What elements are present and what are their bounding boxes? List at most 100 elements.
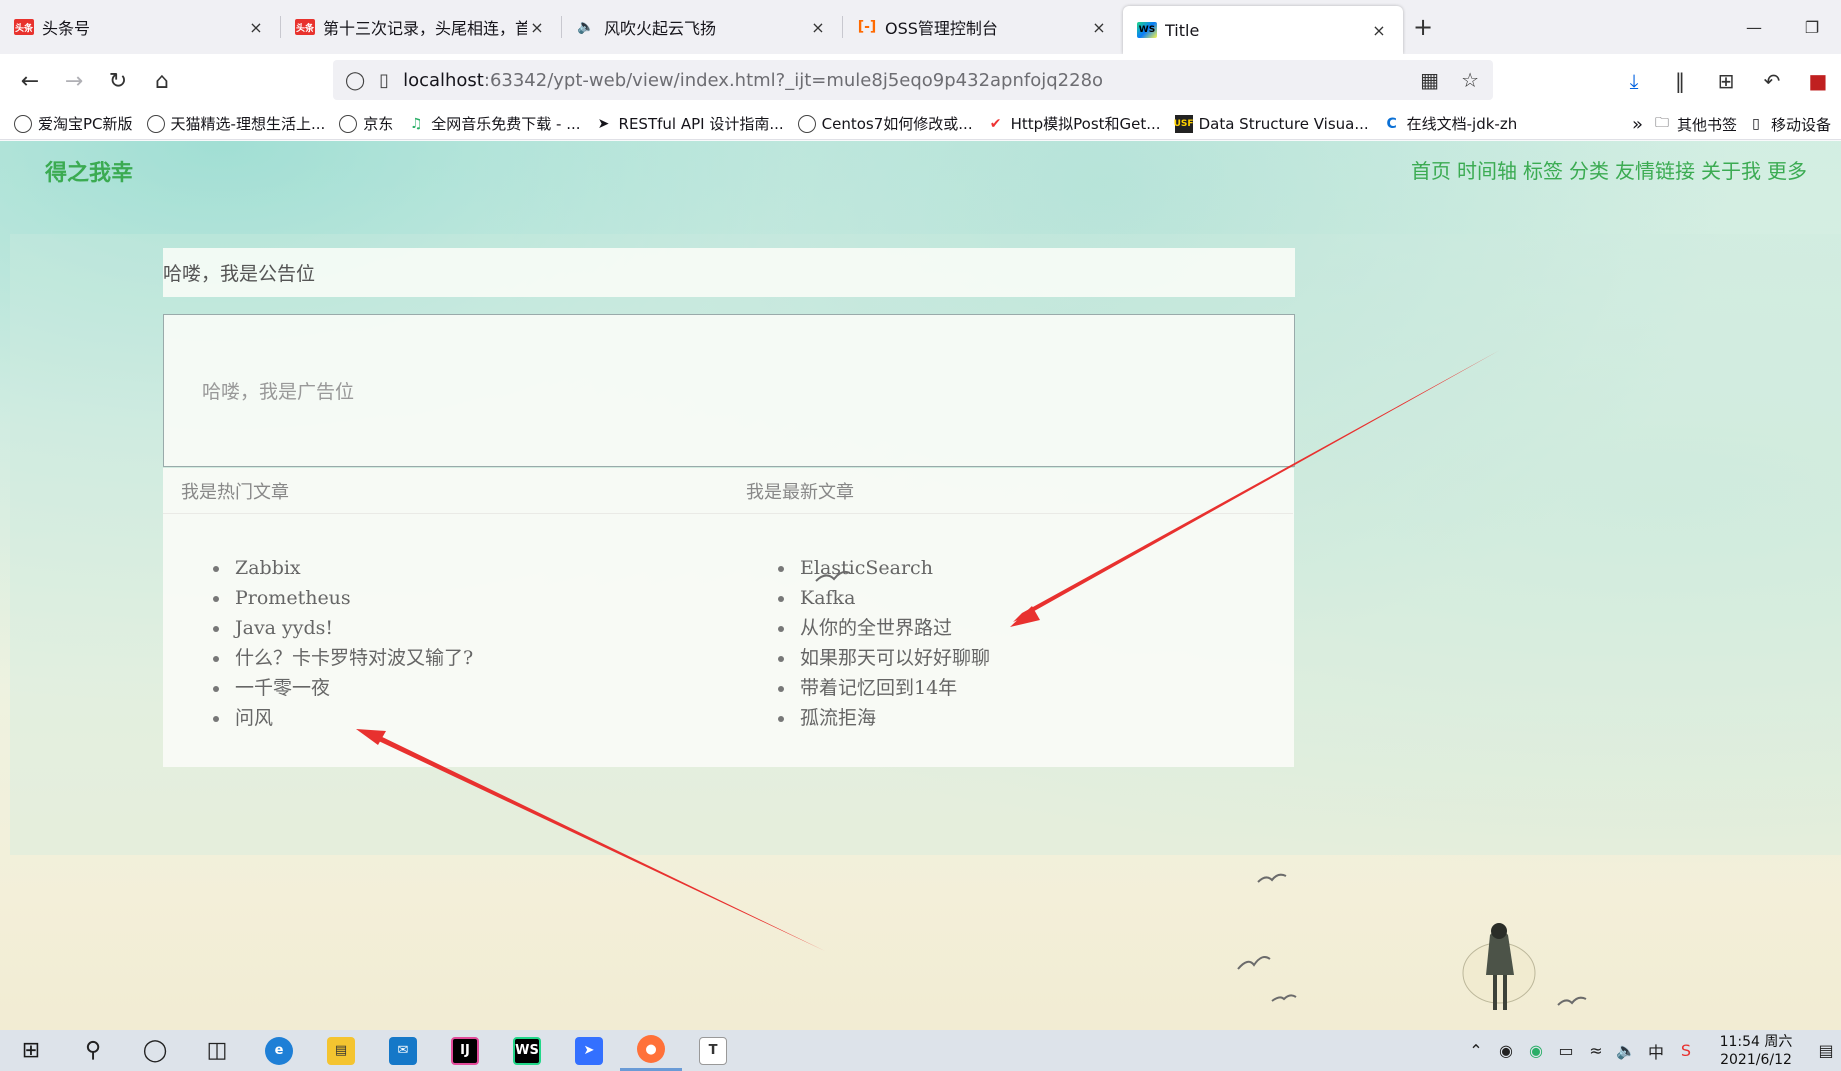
bookmark-item[interactable]: C 在线文档-jdk-zh xyxy=(1383,113,1518,134)
bookmark-item[interactable]: Centos7如何修改或... xyxy=(797,113,973,134)
address-bar[interactable]: ◯ ▯ localhost:63342/ypt-web/view/index.h… xyxy=(333,60,1493,100)
reload-button[interactable]: ↻ xyxy=(96,59,140,103)
site-title[interactable]: 得之我幸 xyxy=(45,155,133,187)
bookmark-item[interactable]: ➤ RESTful API 设计指南... xyxy=(595,113,784,134)
tab-toutiao[interactable]: 头条 头条号 × xyxy=(0,0,280,54)
bookmark-item[interactable]: 京东 xyxy=(339,113,393,134)
hot-article-link[interactable]: Java yyds! xyxy=(231,614,473,644)
library-icon[interactable]: ‖ xyxy=(1657,69,1703,93)
file-explorer-icon[interactable]: ▤ xyxy=(310,1030,372,1071)
latest-article-link[interactable]: Kafka xyxy=(796,584,990,614)
bookmark-folder[interactable]: ▯ 移动设备 xyxy=(1747,114,1831,135)
hot-articles-list: Zabbix Prometheus Java yyds! 什么？卡卡罗特对波又输… xyxy=(231,554,473,734)
nav-more[interactable]: 更多 xyxy=(1767,155,1807,184)
typora-icon[interactable]: T xyxy=(682,1030,744,1071)
bookmark-item[interactable]: ✔ Http模拟Post和Get... xyxy=(987,113,1161,134)
download-icon[interactable]: ⤓ xyxy=(1611,69,1657,93)
chevron-up-icon[interactable]: ⌃ xyxy=(1461,1041,1491,1060)
ime-indicator[interactable]: 中 xyxy=(1641,1039,1671,1063)
latest-articles-heading: 我是最新文章 xyxy=(728,468,1293,514)
bookmark-item[interactable]: 爱淘宝PC新版 xyxy=(14,113,133,134)
volume-icon[interactable]: 🔈 xyxy=(1611,1041,1641,1060)
nav-about[interactable]: 关于我 xyxy=(1701,155,1761,184)
hot-article-link[interactable]: 问风 xyxy=(231,704,473,734)
intellij-icon[interactable]: IJ xyxy=(434,1030,496,1071)
bookmark-label: 其他书签 xyxy=(1676,115,1737,134)
url-host: localhost xyxy=(403,69,484,91)
tab-title-active[interactable]: WS Title × xyxy=(1123,6,1403,54)
home-button[interactable]: ⌂ xyxy=(140,59,184,103)
latest-article-link[interactable]: 孤流拒海 xyxy=(796,704,990,734)
battery-icon[interactable]: ▭ xyxy=(1551,1041,1581,1060)
url-path: :63342/ypt-web/view/index.html?_ijt=mule… xyxy=(483,69,1104,91)
feishu-icon[interactable]: ➤ xyxy=(558,1030,620,1071)
minimize-icon[interactable]: — xyxy=(1725,18,1783,37)
shield-icon[interactable]: ◯ xyxy=(345,70,365,91)
wechat-status-icon[interactable]: ◉ xyxy=(1521,1041,1551,1060)
qr-code-icon[interactable]: ▦ xyxy=(1420,68,1439,92)
screenshot-icon[interactable]: ⊞ xyxy=(1703,69,1749,93)
nav-friend-links[interactable]: 友情链接 xyxy=(1615,155,1695,184)
mail-icon[interactable]: ✉ xyxy=(372,1030,434,1071)
clock-date: 2021/6/12 xyxy=(1720,1051,1792,1068)
bookmarks-more-icon[interactable]: » xyxy=(1632,114,1643,135)
close-icon[interactable]: × xyxy=(527,18,547,37)
new-tab-button[interactable]: + xyxy=(1403,0,1443,54)
qq-icon[interactable]: ◉ xyxy=(1491,1041,1521,1060)
bird-icon xyxy=(1271,994,1297,1002)
hot-article-link[interactable]: 什么？卡卡罗特对波又输了? xyxy=(231,644,473,674)
tab-oss[interactable]: [-] OSS管理控制台 × xyxy=(843,0,1123,54)
nav-timeline[interactable]: 时间轴 xyxy=(1457,155,1517,184)
navigation-toolbar: ← → ↻ ⌂ ◯ ▯ localhost:63342/ypt-web/view… xyxy=(0,54,1841,108)
restore-icon[interactable]: ❐ xyxy=(1783,18,1841,37)
close-icon[interactable]: × xyxy=(1089,18,1109,37)
toolbar-right: ⤓ ‖ ⊞ ↶ ■ xyxy=(1611,54,1841,108)
toutiao-icon: 头条 xyxy=(14,19,34,35)
bookmark-folder[interactable]: 🗀 其他书签 xyxy=(1653,114,1737,135)
hot-article-link[interactable]: 一千零一夜 xyxy=(231,674,473,704)
search-icon[interactable]: ⚲ xyxy=(62,1030,124,1071)
latest-article-link[interactable]: 从你的全世界路过 xyxy=(796,614,990,644)
close-icon[interactable]: × xyxy=(808,18,828,37)
nav-categories[interactable]: 分类 xyxy=(1569,155,1609,184)
restful-icon: ➤ xyxy=(597,115,610,132)
latest-article-link[interactable]: 如果那天可以好好聊聊 xyxy=(796,644,990,674)
bookmark-item[interactable]: 天猫精选-理想生活上... xyxy=(146,113,325,134)
firefox-icon[interactable]: ● xyxy=(620,1030,682,1071)
articles-panel: 我是热门文章 我是最新文章 Zabbix Prometheus Java yyd… xyxy=(163,468,1294,767)
task-view-icon[interactable]: ◫ xyxy=(186,1030,248,1071)
latest-article-link[interactable]: 带着记忆回到14年 xyxy=(796,674,990,704)
page-icon[interactable]: ▯ xyxy=(379,70,389,91)
nav-tags[interactable]: 标签 xyxy=(1523,155,1563,184)
latest-article-link[interactable]: ElasticSearch xyxy=(796,554,990,584)
cortana-icon[interactable]: ◯ xyxy=(124,1030,186,1071)
edge-browser-icon[interactable]: e xyxy=(248,1030,310,1071)
ad-slot[interactable]: 哈喽，我是广告位 xyxy=(163,314,1295,467)
notification-icon[interactable]: ▤ xyxy=(1811,1041,1841,1060)
bookmark-item[interactable]: ♫ 全网音乐免费下载 - ... xyxy=(407,113,581,134)
speaker-icon: 🔈 xyxy=(577,19,595,35)
system-tray: ⌃ ◉ ◉ ▭ ≈ 🔈 中 S 11:54 周六 2021/6/12 ▤ xyxy=(1461,1030,1841,1071)
bookmark-item[interactable]: USF Data Structure Visua... xyxy=(1174,114,1369,133)
nav-home[interactable]: 首页 xyxy=(1411,155,1451,184)
hot-article-link[interactable]: Prometheus xyxy=(231,584,473,614)
windows-start-icon[interactable]: ⊞ xyxy=(0,1030,62,1071)
tab-music[interactable]: 🔈 风吹火起云飞扬 × xyxy=(562,0,842,54)
globe-icon xyxy=(14,114,32,133)
undo-icon[interactable]: ↶ xyxy=(1749,69,1795,93)
back-button[interactable]: ← xyxy=(8,59,52,103)
latest-articles-list: ElasticSearch Kafka 从你的全世界路过 如果那天可以好好聊聊 … xyxy=(796,554,990,734)
edge-icon: C xyxy=(1386,115,1397,132)
tab-strip: 头条 头条号 × 头条 第十三次记录，头尾相连，首页 × 🔈 风吹火起云飞扬 ×… xyxy=(0,0,1841,54)
star-icon[interactable]: ☆ xyxy=(1461,68,1479,92)
close-icon[interactable]: × xyxy=(246,18,266,37)
clock[interactable]: 11:54 周六 2021/6/12 xyxy=(1701,1033,1811,1069)
close-icon[interactable]: × xyxy=(1369,21,1389,40)
webstorm-taskbar-icon[interactable]: WS xyxy=(496,1030,558,1071)
hot-article-link[interactable]: Zabbix xyxy=(231,554,473,584)
extension-icon[interactable]: ■ xyxy=(1795,69,1841,93)
forward-button[interactable]: → xyxy=(52,59,96,103)
wifi-icon[interactable]: ≈ xyxy=(1581,1041,1611,1060)
tab-record[interactable]: 头条 第十三次记录，头尾相连，首页 × xyxy=(281,0,561,54)
sogou-icon[interactable]: S xyxy=(1671,1041,1701,1060)
